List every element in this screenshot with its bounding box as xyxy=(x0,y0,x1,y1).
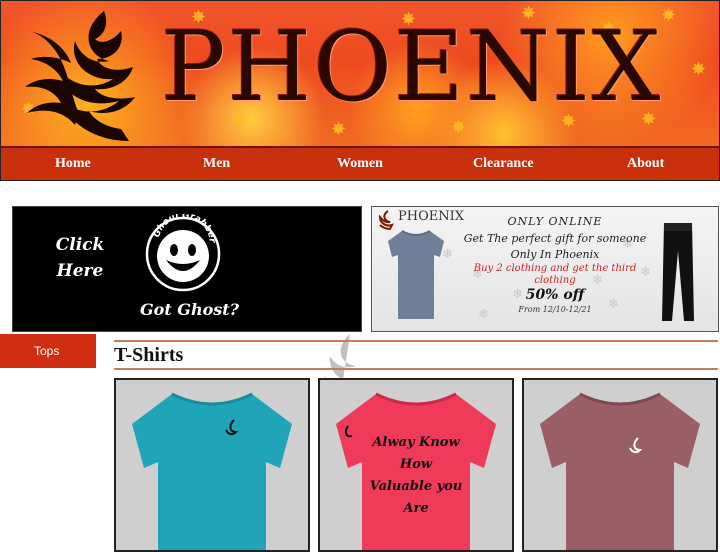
header-banner: ✸ ✸ ✸ ✸ ✸ ✸ ✸ ✸ ✸ ✸ ✸ ✸ PHOENIX xyxy=(0,0,720,147)
product-card[interactable] xyxy=(522,378,718,552)
site-title[interactable]: PHOENIX xyxy=(161,19,662,115)
section-title: T-Shirts xyxy=(114,344,184,366)
shirt-print-line: Are xyxy=(403,501,429,516)
nav-clearance[interactable]: Clearance xyxy=(473,148,534,180)
shirt-print-line: Alway Know xyxy=(372,435,460,450)
shirt-print-line: Valuable you xyxy=(369,479,463,494)
tshirt-teal-image xyxy=(132,392,292,550)
maple-leaf-icon: ✸ xyxy=(331,119,347,140)
ad-line-gift: Get The perfect gift for someone xyxy=(463,232,647,245)
ad-tagline: Got Ghost? xyxy=(140,300,240,319)
maple-leaf-icon: ✸ xyxy=(661,5,677,26)
tshirt-mauve-image xyxy=(540,392,700,550)
pants-black-image xyxy=(662,223,694,321)
ad-click-line1: Click xyxy=(55,235,105,255)
tshirt-grey-image xyxy=(388,230,444,319)
sidebar-tab-tops[interactable]: Tops xyxy=(0,334,96,368)
nav-men[interactable]: Men xyxy=(203,148,230,180)
product-card[interactable] xyxy=(114,378,310,552)
main-nav: Home Men Women Clearance About xyxy=(0,146,720,181)
ad-right-brand: PHOENIX xyxy=(398,209,464,224)
ad-discount: 50% off xyxy=(525,287,585,303)
nav-about[interactable]: About xyxy=(627,148,664,180)
ad-line-only-online: ONLY ONLINE xyxy=(507,215,603,228)
section-rule-top xyxy=(114,340,718,342)
nav-home[interactable]: Home xyxy=(55,148,91,180)
ad-click-here-text[interactable]: Click Here xyxy=(50,232,110,284)
ad-line-buy-two: Buy 2 clothing and get the third xyxy=(473,263,637,274)
maple-leaf-icon: ✸ xyxy=(691,59,707,80)
product-card[interactable]: Alway Know How Valuable you Are xyxy=(318,378,514,552)
ghost-smiley-icon: Ghoul Grabbers xyxy=(144,214,221,292)
ad-line-only-in-phoenix: Only In Phoenix xyxy=(510,248,600,261)
nav-women[interactable]: Women xyxy=(337,148,383,180)
section-rule-bottom xyxy=(114,368,718,370)
ad-click-line2: Here xyxy=(56,261,104,281)
ad-line-clothing: clothing xyxy=(534,275,576,286)
ad-dates: From 12/10-12/21 xyxy=(518,305,592,314)
shirt-print-line: How xyxy=(399,457,433,472)
phoenix-logo-icon xyxy=(25,11,135,141)
shirt-print-text: Alway Know How Valuable you Are xyxy=(364,432,468,520)
